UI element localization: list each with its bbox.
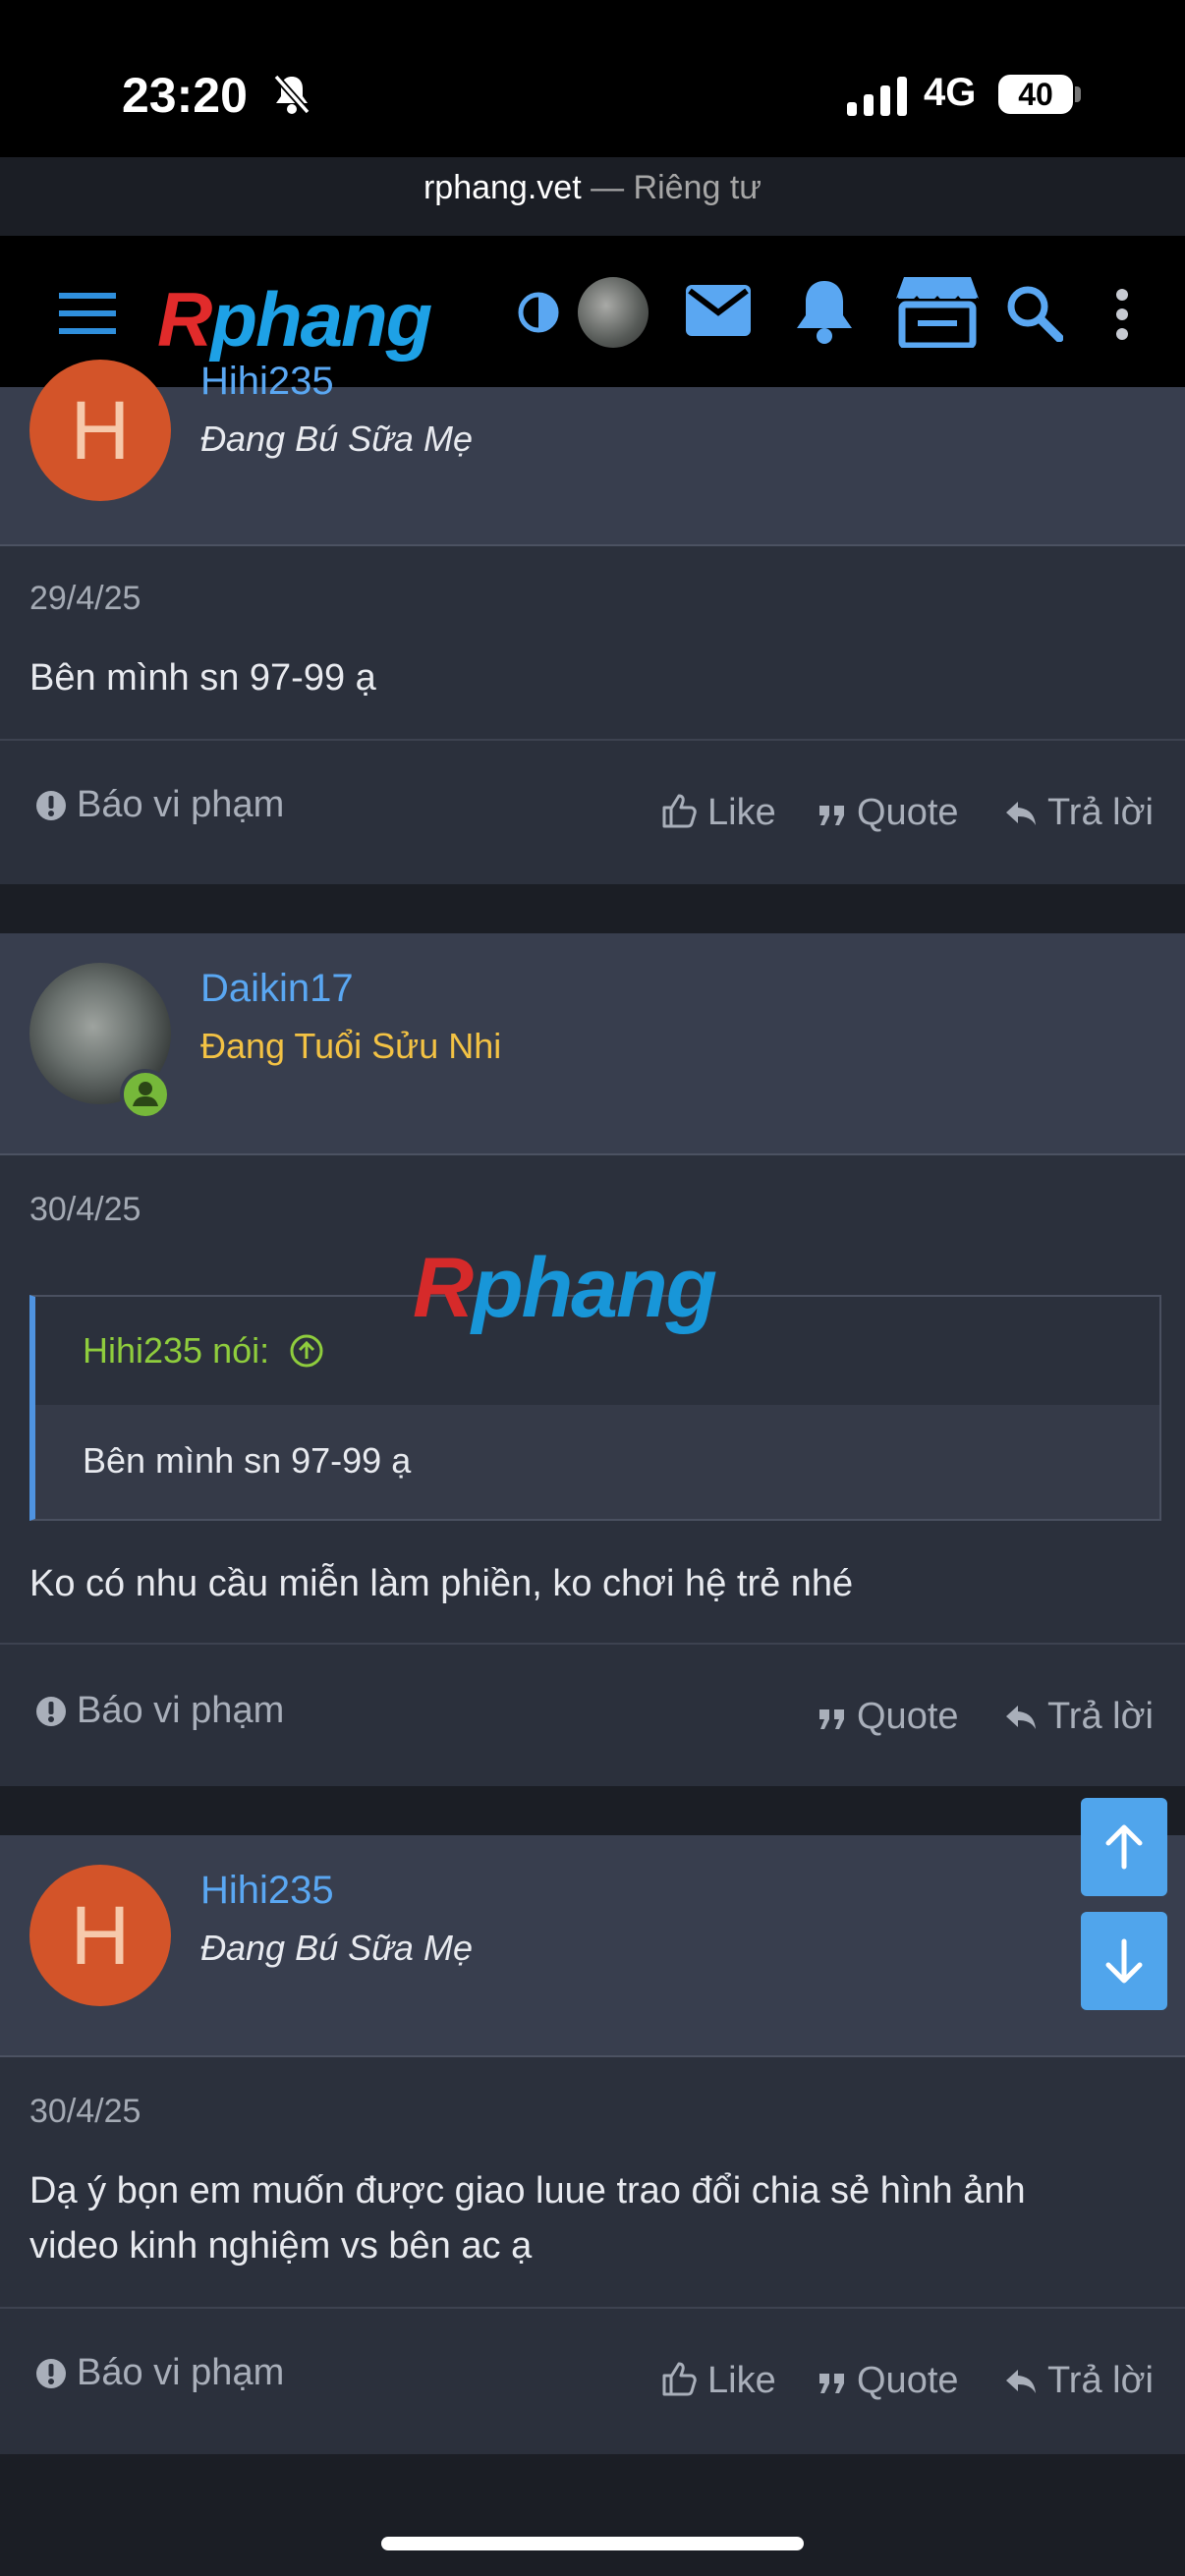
status-bar: 23:20 4G 40 rphang.vet — Riêng tư xyxy=(0,0,1185,206)
report-icon xyxy=(36,1697,66,1726)
bell-off-icon xyxy=(273,74,310,115)
post-actions: Báo vi phạm Quote Trả lời xyxy=(0,1643,1185,1788)
battery-tip xyxy=(1075,86,1081,102)
post-actions: Báo vi phạm Like Quote Trả lời xyxy=(0,739,1185,886)
more-options-icon[interactable] xyxy=(1114,289,1130,340)
mail-icon[interactable] xyxy=(686,285,751,336)
post-actions: Báo vi phạm Like Quote Trả lời xyxy=(0,2307,1185,2454)
post-separator xyxy=(0,1786,1185,1835)
post-body: 30/4/25 Hihi235 nói: Bên mình sn 97-99 ạ… xyxy=(0,1155,1185,1643)
post-user-header: Daikin17 Đang Tuổi Sửu Nhi xyxy=(0,933,1185,1155)
quote-author: Hihi235 nói: xyxy=(83,1330,324,1372)
quote-button[interactable]: Quote xyxy=(818,1696,959,1738)
arrow-down-icon xyxy=(1105,1938,1143,1984)
quote-icon xyxy=(819,2374,844,2393)
watermark-logo: Rphang xyxy=(413,1241,717,1335)
user-avatar[interactable]: H xyxy=(29,1865,171,2006)
battery-level: 40 xyxy=(998,75,1073,114)
post-date[interactable]: 30/4/25 xyxy=(29,1191,141,1229)
private-label: — Riêng tư xyxy=(581,169,762,206)
home-indicator[interactable] xyxy=(381,2537,804,2550)
reply-button[interactable]: Trả lời xyxy=(1004,2360,1154,2402)
quote-icon xyxy=(819,1709,844,1729)
post-body: 30/4/25 Dạ ý bọn em muốn được giao luue … xyxy=(0,2057,1185,2307)
signal-icon xyxy=(847,77,907,116)
post-date[interactable]: 30/4/25 xyxy=(29,2093,141,2131)
report-button[interactable]: Báo vi phạm xyxy=(35,1690,284,1732)
network-type: 4G xyxy=(924,71,977,114)
bell-icon[interactable] xyxy=(794,277,855,346)
like-button[interactable]: Like xyxy=(660,792,776,834)
scroll-top-button[interactable] xyxy=(1081,1798,1167,1896)
post-date[interactable]: 29/4/25 xyxy=(29,580,141,618)
reply-button[interactable]: Trả lời xyxy=(1004,1696,1154,1738)
user-title: Đang Tuổi Sửu Nhi xyxy=(200,1026,502,1066)
user-title: Đang Bú Sữa Mẹ xyxy=(200,1928,473,1968)
post-user-header: H Hihi235 Đang Bú Sữa Mẹ xyxy=(0,360,1185,546)
quote-button[interactable]: Quote xyxy=(818,2360,959,2402)
user-title: Đang Bú Sữa Mẹ xyxy=(200,419,473,459)
search-icon[interactable] xyxy=(1006,285,1063,342)
quote-content: Bên mình sn 97-99 ạ xyxy=(35,1405,1159,1519)
report-icon xyxy=(36,2359,66,2388)
post-message: Dạ ý bọn em muốn được giao luue trao đổi… xyxy=(29,2163,1150,2273)
url-domain: rphang.vet xyxy=(423,169,582,206)
clock: 23:20 xyxy=(122,68,248,123)
report-button[interactable]: Báo vi phạm xyxy=(35,2352,284,2394)
username-link[interactable]: Hihi235 xyxy=(200,360,334,404)
online-status-icon xyxy=(120,1069,171,1120)
thumbs-up-icon xyxy=(662,2362,697,2396)
thumbs-up-icon xyxy=(662,794,697,828)
post-message: Ko có nhu cầu miễn làm phiền, ko chơi hệ… xyxy=(29,1563,854,1604)
arrow-up-circle-icon[interactable] xyxy=(289,1333,324,1369)
reply-icon xyxy=(1006,2370,1036,2393)
report-button[interactable]: Báo vi phạm xyxy=(35,784,284,826)
menu-icon[interactable] xyxy=(59,293,116,334)
scroll-bottom-button[interactable] xyxy=(1081,1912,1167,2010)
report-icon xyxy=(36,791,66,820)
address-bar[interactable]: rphang.vet — Riêng tư xyxy=(0,169,1185,207)
post-separator xyxy=(0,884,1185,933)
theme-toggle-icon[interactable] xyxy=(517,291,560,334)
post-message: Bên mình sn 97-99 ạ xyxy=(29,657,376,699)
post-message-line: Dạ ý bọn em muốn được giao luue trao đổi… xyxy=(29,2170,1026,2212)
quote-icon xyxy=(819,806,844,825)
reply-icon xyxy=(1006,1706,1036,1729)
post-message-line: video kinh nghiệm vs bên ac ạ xyxy=(29,2225,533,2267)
reply-button[interactable]: Trả lời xyxy=(1004,792,1154,834)
like-button[interactable]: Like xyxy=(660,2360,776,2402)
site-logo[interactable]: Rphang xyxy=(157,275,432,364)
username-link[interactable]: Hihi235 xyxy=(200,1869,334,1913)
reply-icon xyxy=(1006,802,1036,825)
account-avatar[interactable] xyxy=(578,277,649,348)
store-icon[interactable] xyxy=(894,273,981,348)
username-link[interactable]: Daikin17 xyxy=(200,967,354,1011)
user-avatar[interactable]: H xyxy=(29,360,171,501)
quote-text: Bên mình sn 97-99 ạ xyxy=(83,1440,412,1481)
quote-button[interactable]: Quote xyxy=(818,792,959,834)
post-user-header: H Hihi235 Đang Bú Sữa Mẹ xyxy=(0,1835,1185,2057)
post-body: 29/4/25 Bên mình sn 97-99 ạ xyxy=(0,546,1185,739)
site-header: Rphang xyxy=(0,236,1185,387)
arrow-up-icon xyxy=(1105,1824,1143,1870)
